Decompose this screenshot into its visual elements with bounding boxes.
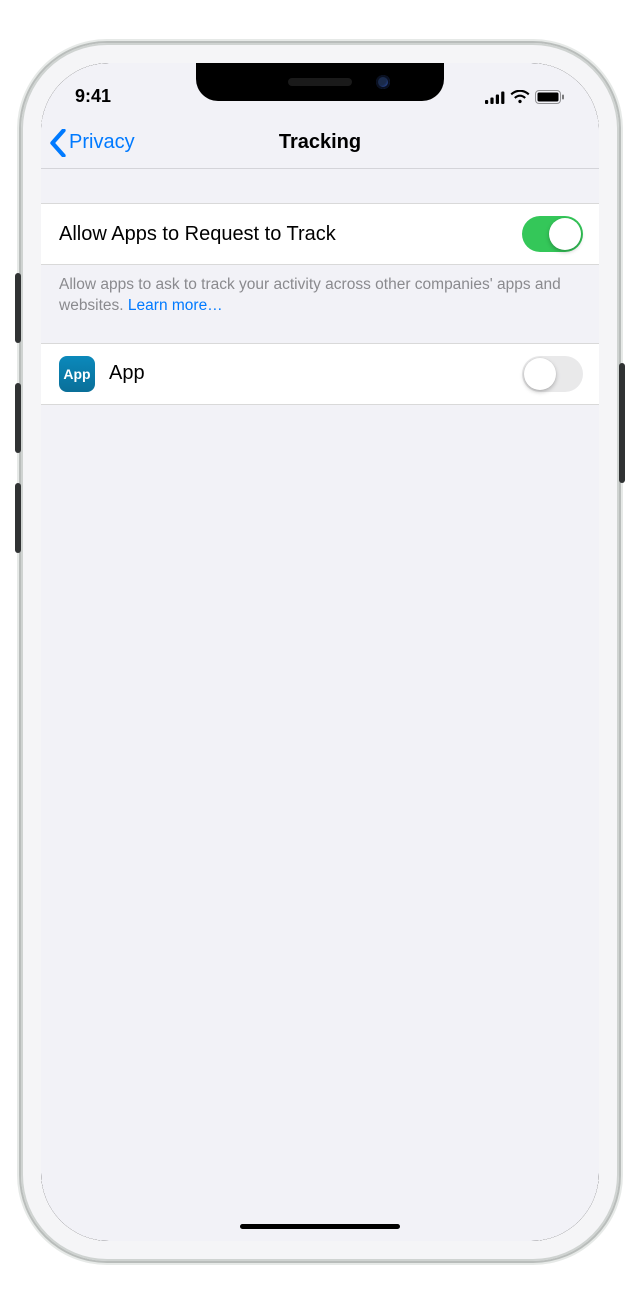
status-time: 9:41 (75, 86, 111, 107)
back-button[interactable]: Privacy (49, 129, 135, 157)
phone-frame: 9:41 Privacy Tracking Allow Apps to Requ… (21, 43, 619, 1261)
app-row: App App (41, 343, 599, 405)
wifi-icon (510, 90, 530, 104)
screen: 9:41 Privacy Tracking Allow Apps to Requ… (41, 63, 599, 1241)
app-name-label: App (109, 362, 145, 385)
status-icons (485, 88, 565, 104)
back-label: Privacy (69, 131, 135, 154)
content: Allow Apps to Request to Track Allow app… (41, 169, 599, 405)
allow-tracking-footer: Allow apps to ask to track your activity… (41, 265, 599, 317)
nav-bar: Privacy Tracking (41, 117, 599, 169)
learn-more-link[interactable]: Learn more… (128, 297, 223, 314)
battery-icon (535, 90, 565, 104)
notch (196, 63, 444, 101)
allow-tracking-label: Allow Apps to Request to Track (59, 223, 336, 246)
allow-tracking-toggle[interactable] (522, 216, 583, 252)
cellular-icon (485, 91, 505, 104)
app-tracking-toggle[interactable] (522, 356, 583, 392)
app-icon: App (59, 356, 95, 392)
chevron-left-icon (49, 129, 67, 157)
front-camera (376, 75, 390, 89)
speaker-grille (288, 78, 352, 86)
allow-tracking-row: Allow Apps to Request to Track (41, 203, 599, 265)
page-title: Tracking (279, 131, 361, 154)
home-indicator[interactable] (240, 1224, 400, 1229)
